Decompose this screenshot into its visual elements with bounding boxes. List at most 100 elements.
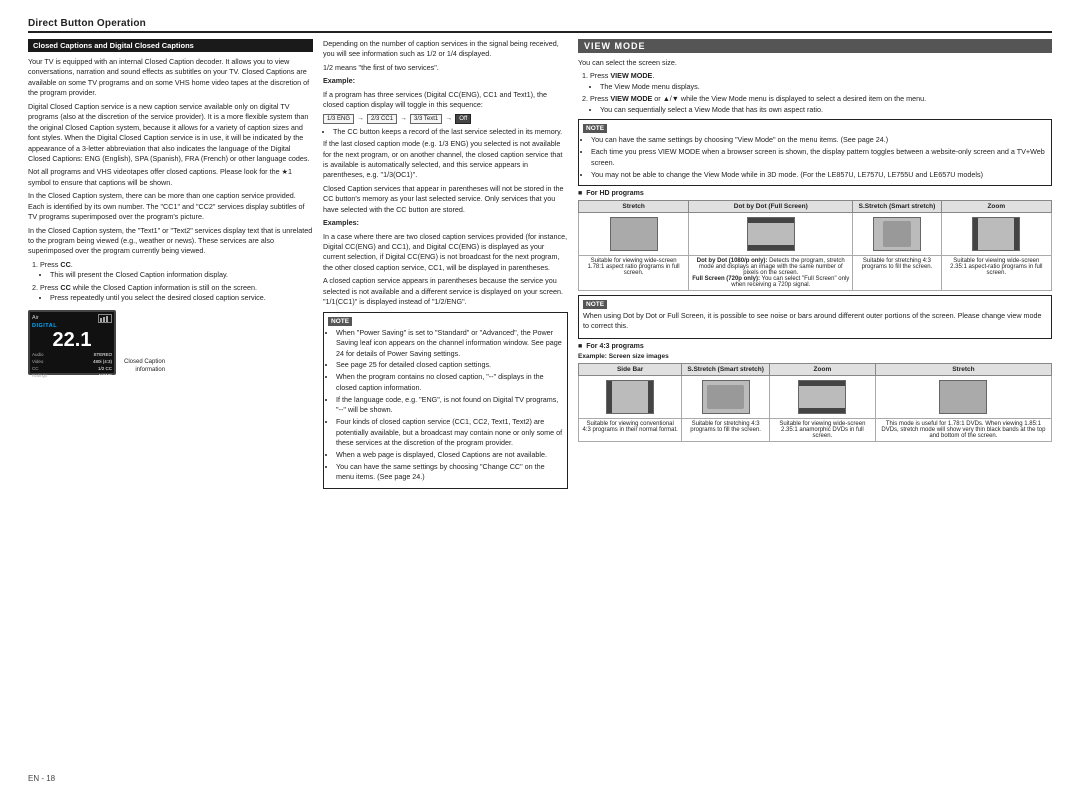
view-note-1: You can have the same settings by choosi… [591,135,1047,145]
cc-para-4: In the Closed Caption system, there can … [28,191,313,222]
sd-preview-row [579,375,1052,418]
page-number: EN - 18 [28,774,55,783]
mid-note-item-4: If the language code, e.g. "ENG", is not… [336,395,563,416]
view-step-1: Press VIEW MODE. The View Mode menu disp… [590,71,1052,92]
cc-step-1: Press CC. This will present the Closed C… [40,260,313,281]
view-mode-header: VIEW MODE [578,39,1052,53]
cc-para-5: In the Closed Caption system, the "Text1… [28,226,313,257]
view-step-2: Press VIEW MODE or ▲/▼ while the View Mo… [590,94,1052,115]
hd-preview-stretch [579,212,689,255]
mid-para-1: Depending on the number of caption servi… [323,39,568,60]
seq-arrow-2: → [400,115,407,122]
section-title: Direct Button Operation [28,18,1052,33]
sd-section-header: For 4:3 programs [578,343,1052,350]
mid-example-label: Example: [323,76,568,86]
tv-ratings-val: NONE [99,372,112,379]
view-step-2-sub: You can sequentially select a View Mode … [600,105,1052,115]
sd-desc-sstretch: Suitable for stretching 4:3 programs to … [682,418,770,441]
hd-dotbydot-preview [747,217,795,251]
mid-cc-notes: The CC button keeps a record of the last… [323,127,568,137]
hd-preview-zoom [941,212,1051,255]
right-column: VIEW MODE You can select the screen size… [578,39,1052,493]
sd-desc-row: Suitable for viewing conventional 4:3 pr… [579,418,1052,441]
mid-cc-note-1: The CC button keeps a record of the last… [333,127,568,137]
view-mode-note-box: NOTE You can have the same settings by c… [578,119,1052,186]
cc-para-3: Not all programs and VHS videotapes offe… [28,167,313,188]
hd-col-zoom: Zoom [941,200,1051,212]
sd-programs-table: Side Bar S.Stretch (Smart stretch) Zoom … [578,363,1052,442]
seq-box-2: 2/3 CC1 [367,114,397,124]
note-title: NOTE [328,317,352,326]
view-mode-steps: Press VIEW MODE. The View Mode menu disp… [578,71,1052,115]
hd-note-text: When using Dot by Dot or Full Screen, it… [583,311,1047,332]
hd-desc-zoom: Suitable for viewing wide-screen 2.35:1 … [941,255,1051,290]
hd-desc-dotbydot: Dot by Dot (1080/p only): Detects the pr… [689,255,853,290]
view-intro: You can select the screen size. [578,58,1052,68]
hd-note-title: NOTE [583,300,607,309]
cc-highlight-header: Closed Captions and Digital Closed Capti… [28,39,313,52]
hd-desc-row: Suitable for viewing wide-screen 1.78:1 … [579,255,1052,290]
hd-preview-sstretch [853,212,941,255]
tv-channel-number: 22.1 [32,330,112,350]
sd-preview-sidebar [579,375,682,418]
mid-examples-text2: A closed caption service appears in pare… [323,276,568,307]
hd-desc-sstretch: Suitable for stretching 4:3 programs to … [853,255,941,290]
hd-section-header: For HD programs [578,190,1052,197]
hd-col-dotbydot: Dot by Dot (Full Screen) [689,200,853,212]
hd-desc-stretch: Suitable for viewing wide-screen 1.78:1 … [579,255,689,290]
sd-preview-stretch [875,375,1051,418]
hd-col-sstretch: S.Stretch (Smart stretch) [853,200,941,212]
tv-status-info: Audio STEREO Video 480i (4:3) CC 1/2 CC [32,351,112,380]
middle-column: Depending on the number of caption servi… [323,39,568,493]
hd-stretch-preview [610,217,658,251]
mid-note-item-2: See page 25 for detailed closed caption … [336,360,563,370]
sd-sstretch-preview [702,380,750,414]
tv-ratings-label: Ratings [32,372,47,379]
tv-display-area: Air DIGITAL 22.1 Audio [28,310,313,375]
cc-steps: Press CC. This will present the Closed C… [28,260,313,304]
tv-audio-label: Audio [32,351,44,358]
sd-col-sstretch: S.Stretch (Smart stretch) [682,363,770,375]
hd-sstretch-preview [873,217,921,251]
seq-box-off: Off [455,114,471,124]
mid-not-stored: Closed Caption services that appear in p… [323,184,568,215]
hd-zoom-preview [972,217,1020,251]
sd-sidebar-preview [606,380,654,414]
view-note-2: Each time you press VIEW MODE when a bro… [591,147,1047,168]
seq-box-3: 3/3 Text1 [410,114,442,124]
hd-programs-table: Stretch Dot by Dot (Full Screen) S.Stret… [578,200,1052,291]
tv-air-label: Air [32,315,39,321]
mid-para-2: 1/2 means "the first of two services". [323,63,568,73]
mid-note-list: When "Power Saving" is set to "Standard"… [328,328,563,483]
sd-preview-zoom [769,375,875,418]
tv-signal-icon [98,314,112,323]
sd-zoom-preview [798,380,846,414]
left-column: Closed Captions and Digital Closed Capti… [28,39,313,493]
tv-video-val: 480i (4:3) [93,358,112,365]
hd-preview-dotbydot [689,212,853,255]
view-note-3: You may not be able to change the View M… [591,170,1047,180]
view-note-list: You can have the same settings by choosi… [583,135,1047,180]
cc-step-2: Press CC while the Closed Caption inform… [40,283,313,304]
hd-note-box: NOTE When using Dot by Dot or Full Scree… [578,295,1052,339]
sd-col-zoom: Zoom [769,363,875,375]
mid-note-box: NOTE When "Power Saving" is set to "Stan… [323,312,568,489]
cc-step-1-sub: This will present the Closed Caption inf… [50,270,313,280]
hd-col-stretch: Stretch [579,200,689,212]
hd-preview-row [579,212,1052,255]
mid-note-item-5: Four kinds of closed caption service (CC… [336,417,563,448]
sd-desc-stretch: This mode is useful for 1.78:1 DVDs. Whe… [875,418,1051,441]
mid-note-item-3: When the program contains no closed capt… [336,372,563,393]
seq-arrow-3: → [445,115,452,122]
sd-desc-sidebar: Suitable for viewing conventional 4:3 pr… [579,418,682,441]
seq-arrow-1: → [357,115,364,122]
sd-stretch-preview [939,380,987,414]
mid-examples-text1: In a case where there are two closed cap… [323,232,568,274]
mid-last-service: If the last closed caption mode (e.g. 1/… [323,139,568,181]
tv-video-label: Video [32,358,43,365]
tv-audio-val: STEREO [93,351,112,358]
mid-note-item-6: When a web page is displayed, Closed Cap… [336,450,563,460]
caption-info-label: Closed Captioninformation [124,358,165,375]
tv-cc-label: CC [32,365,39,372]
sd-col-sidebar: Side Bar [579,363,682,375]
